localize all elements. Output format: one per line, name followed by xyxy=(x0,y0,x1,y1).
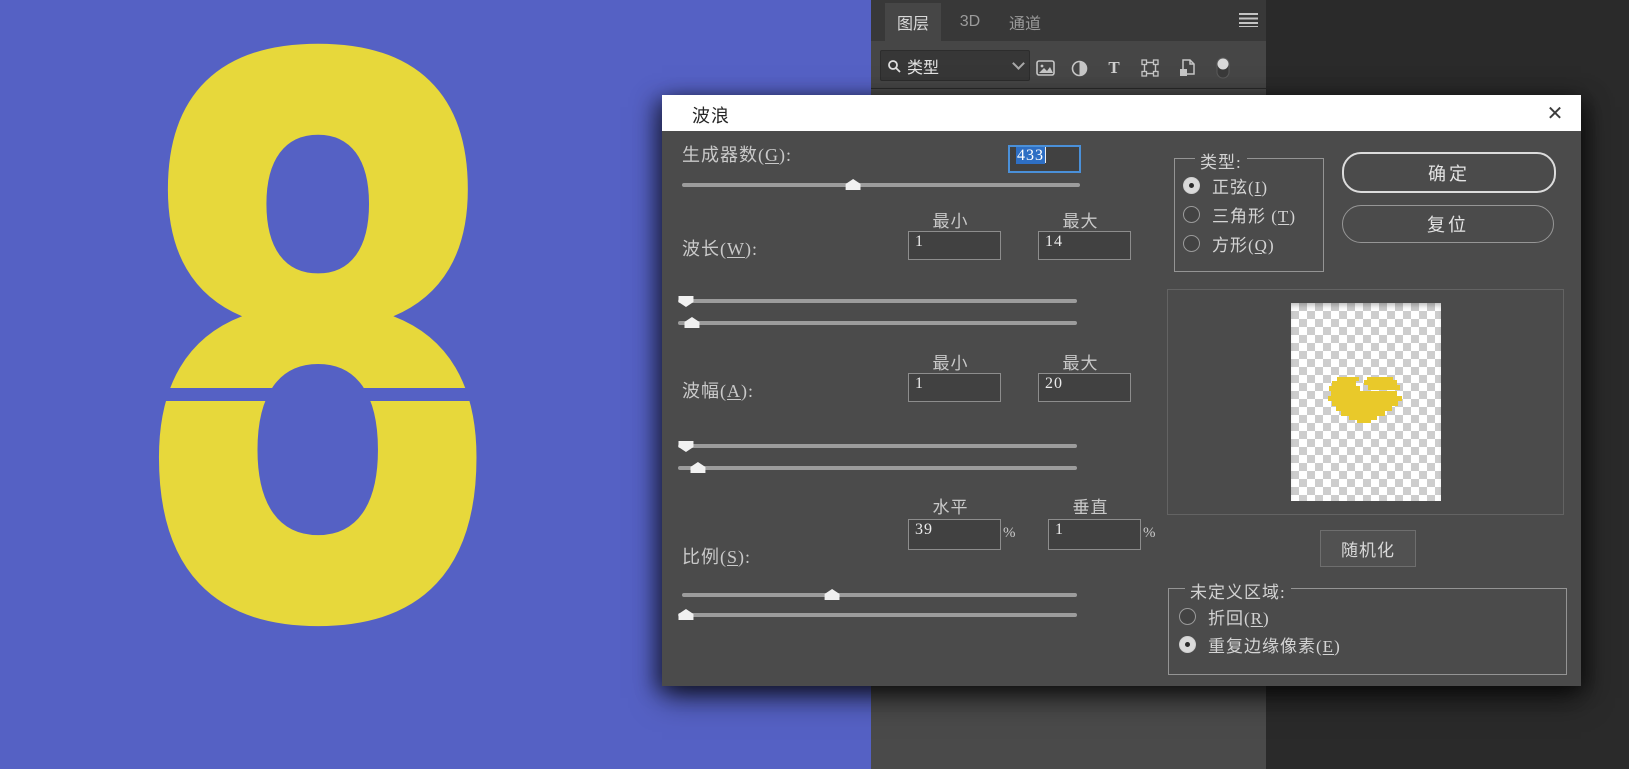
undefined-option-repeat-edge[interactable]: 重复边缘像素(E) xyxy=(1179,632,1341,657)
tab-channels[interactable]: 通道 xyxy=(997,3,1053,41)
search-icon xyxy=(887,59,901,73)
chevron-down-icon xyxy=(1012,57,1025,70)
randomize-button[interactable]: 随机化 xyxy=(1320,530,1416,567)
image-filter-icon[interactable] xyxy=(1034,56,1056,80)
type-option-square[interactable]: 方形(Q) xyxy=(1183,231,1275,256)
transparency-preview xyxy=(1291,303,1441,501)
scale-vertical-header: 垂直 xyxy=(1048,493,1133,518)
reset-button[interactable]: 复位 xyxy=(1342,205,1554,243)
scale-label: 比例(S): xyxy=(682,543,751,569)
shape-filter-icon[interactable] xyxy=(1139,56,1161,80)
amplitude-max-thumb[interactable] xyxy=(690,462,705,473)
amplitude-max-header: 最大 xyxy=(1038,349,1123,374)
dialog-title: 波浪 xyxy=(692,102,730,128)
undefined-areas-group: 未定义区域: 折回(R) 重复边缘像素(E) xyxy=(1168,588,1567,675)
wave-preview-shape xyxy=(1327,377,1405,425)
layer-filter-dropdown[interactable]: 类型 xyxy=(880,50,1030,81)
wavelength-max-slider[interactable] xyxy=(678,317,1077,329)
wavelength-min-input[interactable]: 1 xyxy=(908,231,1001,260)
generators-slider[interactable] xyxy=(682,179,1080,191)
scale-vertical-input[interactable]: 1 xyxy=(1048,519,1141,550)
tab-layers[interactable]: 图层 xyxy=(885,3,941,41)
tab-3d[interactable]: 3D xyxy=(947,3,993,41)
artwork-digit-8: 8 xyxy=(125,0,511,734)
layer-filter-row: 类型 T xyxy=(871,41,1266,88)
radio-selected-icon xyxy=(1183,177,1200,194)
scale-horizontal-slider[interactable] xyxy=(682,589,1077,601)
wavelength-max-header: 最大 xyxy=(1038,207,1123,232)
wavelength-min-thumb[interactable] xyxy=(678,296,693,307)
radio-icon xyxy=(1183,206,1200,223)
scale-horizontal-thumb[interactable] xyxy=(825,589,840,600)
radio-selected-icon xyxy=(1179,636,1196,653)
scale-horizontal-input[interactable]: 39 xyxy=(908,519,1001,550)
generators-input[interactable]: 433 xyxy=(1008,145,1081,173)
scale-horizontal-unit: % xyxy=(1003,525,1016,542)
undefined-areas-legend: 未定义区域: xyxy=(1185,578,1291,603)
type-filter-icon[interactable]: T xyxy=(1103,56,1125,80)
type-group: 类型: 正弦(I) 三角形 (T) 方形(Q) xyxy=(1174,158,1324,272)
scale-vertical-unit: % xyxy=(1143,525,1156,542)
type-option-triangle[interactable]: 三角形 (T) xyxy=(1183,202,1296,227)
adjustment-filter-icon[interactable] xyxy=(1068,56,1090,80)
type-group-legend: 类型: xyxy=(1195,148,1247,173)
wavelength-min-slider[interactable] xyxy=(678,295,1077,307)
amplitude-min-slider[interactable] xyxy=(678,440,1077,452)
layer-filter-value: 类型 xyxy=(907,54,1008,78)
undefined-option-wrap[interactable]: 折回(R) xyxy=(1179,604,1270,629)
scale-vertical-slider[interactable] xyxy=(678,609,1077,621)
text-caret xyxy=(1045,147,1046,163)
wavelength-max-input[interactable]: 14 xyxy=(1038,231,1131,260)
amplitude-min-header: 最小 xyxy=(908,349,993,374)
filter-toggle-icon[interactable] xyxy=(1212,56,1234,80)
type-option-sine[interactable]: 正弦(I) xyxy=(1183,173,1268,198)
amplitude-max-slider[interactable] xyxy=(678,462,1077,474)
radio-icon xyxy=(1179,608,1196,625)
ok-button[interactable]: 确定 xyxy=(1342,152,1556,193)
panel-tabstrip: 图层 3D 通道 xyxy=(871,0,1266,41)
photoshop-screen: 8 图层 3D 通道 类型 T xyxy=(0,0,1629,769)
amplitude-min-thumb[interactable] xyxy=(678,441,693,452)
artwork-slice xyxy=(0,388,648,401)
scale-horizontal-header: 水平 xyxy=(908,493,993,518)
wavelength-max-thumb[interactable] xyxy=(684,317,699,328)
close-icon[interactable]: ✕ xyxy=(1540,99,1570,127)
panel-menu-icon[interactable] xyxy=(1239,13,1258,27)
dialog-titlebar[interactable]: 波浪 ✕ xyxy=(662,95,1581,131)
generators-slider-thumb[interactable] xyxy=(846,179,861,190)
wave-preview-panel xyxy=(1167,289,1564,515)
wavelength-min-header: 最小 xyxy=(908,207,993,232)
smart-object-filter-icon[interactable] xyxy=(1176,56,1198,80)
scale-vertical-thumb[interactable] xyxy=(678,609,693,620)
radio-icon xyxy=(1183,235,1200,252)
generators-label: 生成器数(G): xyxy=(682,141,792,167)
amplitude-min-input[interactable]: 1 xyxy=(908,373,1001,402)
amplitude-label: 波幅(A): xyxy=(682,377,754,403)
wave-dialog: 波浪 ✕ 生成器数(G): 433 最小 最大 波长(W): 1 14 最小 最… xyxy=(662,95,1581,686)
layers-panel: 图层 3D 通道 类型 T xyxy=(871,0,1266,89)
amplitude-max-input[interactable]: 20 xyxy=(1038,373,1131,402)
wavelength-label: 波长(W): xyxy=(682,235,758,261)
